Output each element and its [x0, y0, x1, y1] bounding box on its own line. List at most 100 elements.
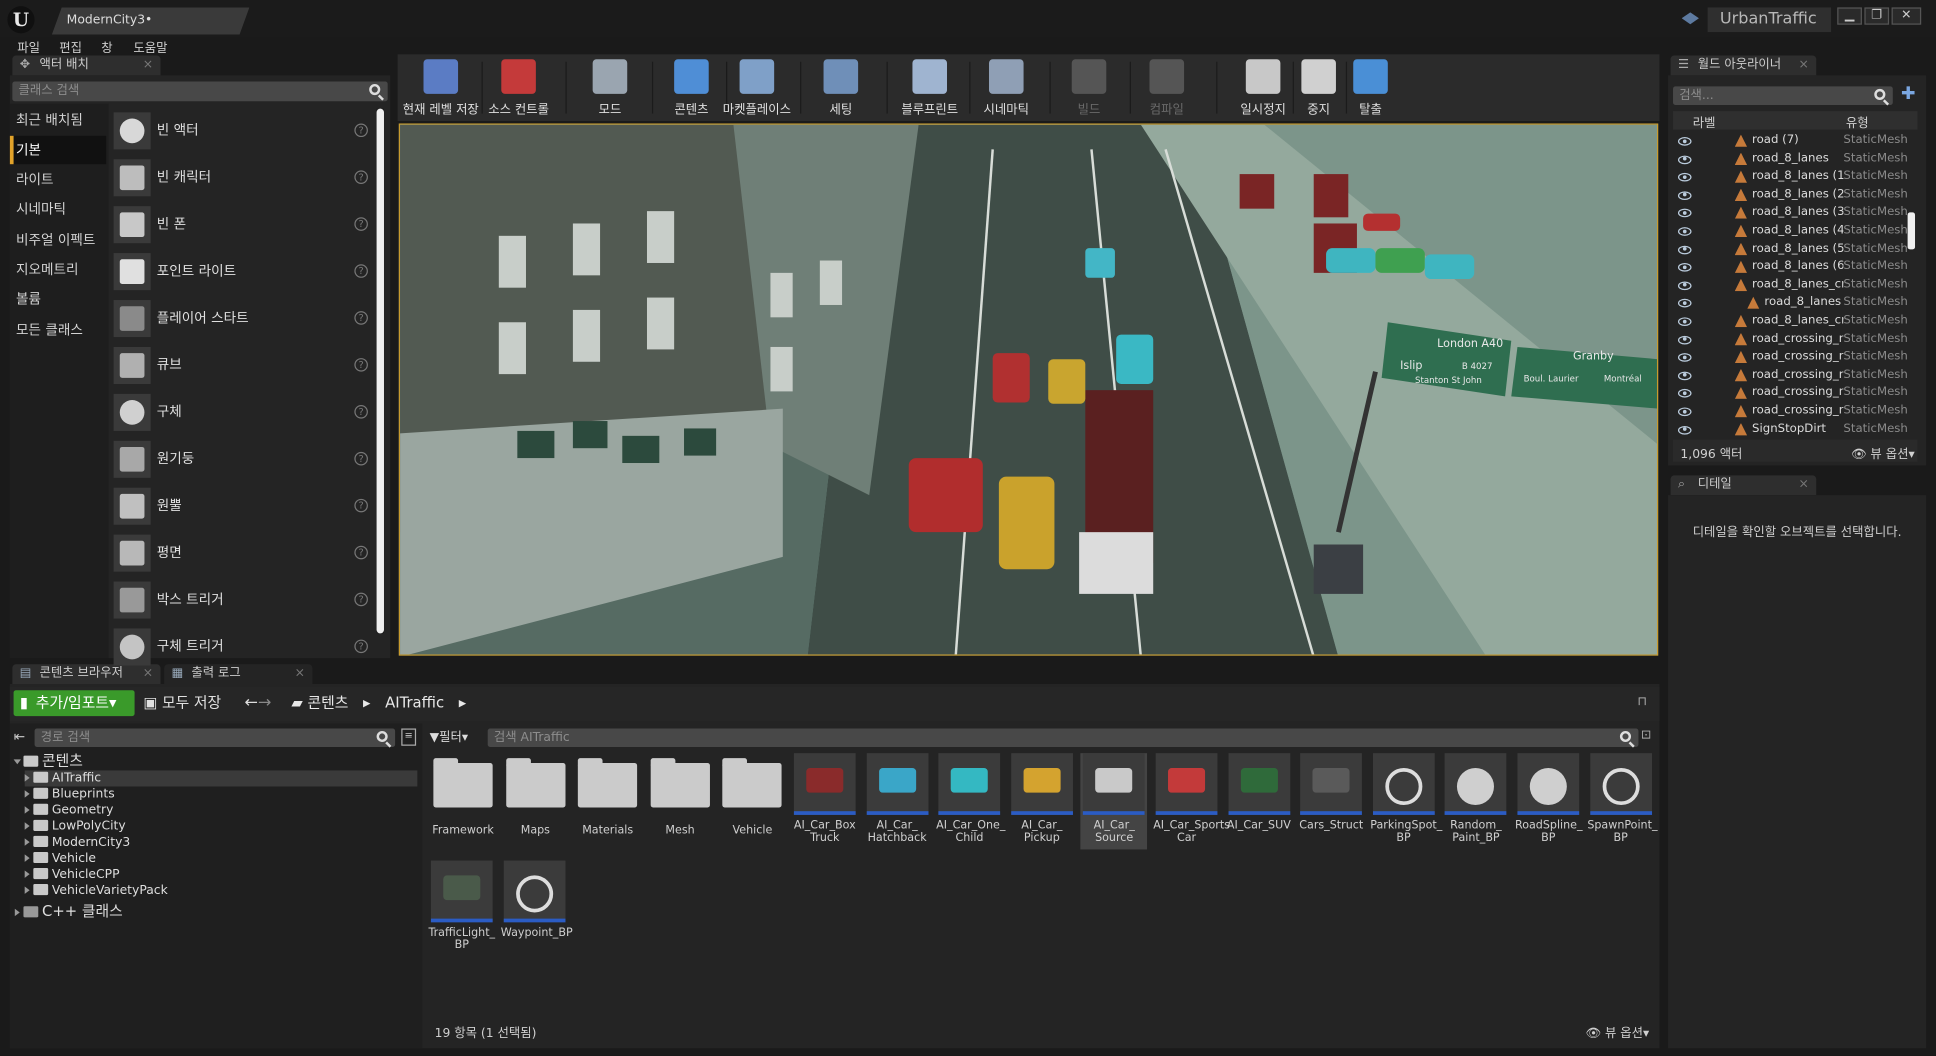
folder-tile[interactable]: Mesh [647, 753, 714, 837]
tree-item[interactable]: VehicleVarietyPack [24, 883, 418, 899]
eye-icon[interactable] [1677, 227, 1692, 236]
actor-item[interactable]: 박스 트리거? [113, 578, 373, 622]
tree-item[interactable]: ModernCity3 [24, 835, 418, 851]
toolbar-button-9[interactable]: 컴파일 [1130, 54, 1204, 121]
eye-icon[interactable] [1677, 263, 1692, 272]
help-icon[interactable]: ? [354, 545, 368, 560]
toolbar-button-8[interactable]: 빌드 [1052, 54, 1126, 121]
eye-icon[interactable] [1677, 245, 1692, 254]
tree-root-content[interactable]: 콘텐츠 [13, 752, 83, 769]
tree-item[interactable]: Geometry [24, 803, 418, 819]
help-icon[interactable]: ? [354, 311, 368, 325]
eye-icon[interactable] [1677, 173, 1692, 182]
outliner-row[interactable]: SignStopDirt StaticMesh [1673, 421, 1917, 439]
asset-tile[interactable]: TrafficLight_ BP [428, 860, 495, 952]
asset-tile[interactable]: AI_Car_ Hatchback [864, 753, 931, 845]
eye-icon[interactable] [1677, 371, 1692, 381]
toolbar-button-1[interactable]: 소스 컨트롤 [482, 54, 556, 121]
outliner-row[interactable]: road_8_lanes (5) StaticMesh [1673, 240, 1917, 258]
collapsed-arrow-icon[interactable] [24, 774, 30, 782]
tab-details[interactable]: ⌕ 디테일 × [1670, 475, 1817, 496]
asset-search-input[interactable]: 검색 AITraffic [487, 728, 1639, 747]
class-search-input[interactable]: 클래스 검색 [12, 81, 388, 102]
outliner-row[interactable]: road_crossing_n StaticMesh [1673, 366, 1917, 384]
toolbar-button-7[interactable]: 시네마틱 [969, 54, 1043, 121]
lock-icon[interactable]: ⊓ [1637, 695, 1651, 711]
level-viewport[interactable]: London A40 Granby Islip Stanton St John … [398, 123, 1659, 656]
asset-tile[interactable]: AI_Car_Sports Car [1153, 753, 1230, 845]
actor-item[interactable]: 빈 캐릭터? [113, 156, 373, 200]
actor-item[interactable]: 포인트 라이트? [113, 249, 373, 293]
category-4[interactable]: 비주얼 이펙트 [10, 226, 106, 254]
cb-view-options[interactable]: 👁 뷰 옵션▾ [1585, 1022, 1649, 1041]
outliner-row[interactable]: road_8_lanes (1) StaticMesh [1673, 168, 1917, 186]
unreal-logo-icon[interactable]: U [7, 6, 35, 34]
actor-item[interactable]: 빈 폰? [113, 202, 373, 246]
collapsed-arrow-icon[interactable] [24, 790, 30, 798]
actor-item[interactable]: 구체 트리거? [113, 625, 373, 669]
add-filter-icon[interactable]: ✚ [1899, 85, 1918, 104]
outliner-row[interactable]: road_8_lanes (4) StaticMesh [1673, 222, 1917, 240]
outliner-row[interactable]: road_8_lanes StaticMesh [1673, 150, 1917, 168]
collapsed-arrow-icon[interactable] [24, 806, 30, 814]
outliner-row[interactable]: road_8_lanes_crc StaticMesh [1673, 276, 1917, 294]
list-view-icon[interactable]: ≡ [401, 728, 417, 746]
save-all-button[interactable]: ▣ 모두 저장 [143, 690, 229, 716]
filter-button[interactable]: ▼필터▾ [430, 728, 484, 747]
breadcrumb-aitraffic[interactable]: AITraffic [385, 694, 444, 711]
help-icon[interactable]: ? [354, 217, 368, 231]
eye-icon[interactable] [1677, 191, 1692, 200]
outliner-view-options[interactable]: 👁 뷰 옵션▾ [1851, 443, 1915, 462]
help-icon[interactable]: ? [354, 639, 368, 654]
tree-item[interactable]: VehicleCPP [24, 867, 418, 883]
asset-tile[interactable]: AI_Car_One_ Child [936, 753, 1005, 845]
toolbar-button-5[interactable]: 세팅 [804, 54, 878, 121]
category-1[interactable]: 기본 [9, 135, 107, 165]
back-arrow-icon[interactable]: ← [244, 694, 257, 713]
folder-tile[interactable]: Vehicle [719, 753, 786, 837]
tree-item[interactable]: LowPolyCity [24, 819, 418, 835]
outliner-row[interactable]: road_8_lanes (StaticMesh [1673, 294, 1917, 312]
category-7[interactable]: 모든 클래스 [10, 316, 106, 344]
actors-scrollbar[interactable] [376, 108, 384, 634]
asset-tile[interactable]: AI_Car_SUV [1226, 753, 1293, 832]
asset-tile[interactable]: AI_Car_ Source [1080, 753, 1148, 850]
outliner-row[interactable]: road_8_lanes (3) StaticMesh [1673, 204, 1917, 222]
toolbar-button-6[interactable]: 블루프린트 [893, 54, 967, 121]
path-search-input[interactable]: 경로 검색 [34, 728, 396, 747]
tree-item[interactable]: Blueprints [24, 787, 418, 803]
help-icon[interactable]: ? [354, 358, 368, 372]
asset-tile[interactable]: RoadSpline_ BP [1515, 753, 1583, 845]
asset-tile[interactable]: ParkingSpot_ BP [1370, 753, 1442, 845]
outliner-row[interactable]: road (7) StaticMesh [1673, 132, 1917, 150]
actor-item[interactable]: 플레이어 스타트? [113, 296, 373, 340]
help-icon[interactable]: ? [354, 451, 368, 466]
folder-tile[interactable]: Framework [430, 753, 497, 837]
column-type[interactable]: 유형 [1846, 112, 1869, 131]
folder-tile[interactable]: Maps [502, 753, 569, 837]
outliner-row[interactable]: road_8_lanes_crc StaticMesh [1673, 312, 1917, 330]
actor-item[interactable]: 큐브? [113, 343, 373, 387]
actor-item[interactable]: 구체? [113, 390, 373, 434]
breadcrumb-chevron-icon[interactable]: ▸ [459, 694, 466, 711]
outliner-row[interactable]: road_8_lanes (2) StaticMesh [1673, 186, 1917, 204]
collapsed-arrow-icon[interactable] [14, 908, 20, 917]
eye-icon[interactable] [1677, 137, 1692, 146]
actor-item[interactable]: 원뿔? [113, 484, 373, 528]
tree-cpp-classes[interactable]: C++ 클래스 [14, 903, 123, 920]
save-search-icon[interactable]: ⊡ [1641, 728, 1656, 745]
asset-tile[interactable]: AI_Car_ Pickup [1008, 753, 1075, 845]
eye-icon[interactable] [1677, 425, 1692, 435]
tab-place-actors[interactable]: ✥ 액터 배치 × [12, 55, 161, 76]
menu-help[interactable]: 도움말 [133, 37, 167, 56]
help-icon[interactable]: ? [354, 498, 368, 513]
close-icon[interactable]: × [1798, 475, 1808, 495]
eye-icon[interactable] [1677, 353, 1692, 362]
help-icon[interactable]: ? [354, 264, 368, 278]
category-5[interactable]: 지오메트리 [10, 256, 106, 284]
collapsed-arrow-icon[interactable] [24, 870, 30, 878]
folder-tile[interactable]: Materials [574, 753, 641, 837]
close-button[interactable]: ✕ [1891, 7, 1922, 25]
eye-icon[interactable] [1677, 281, 1692, 290]
actor-item[interactable]: 평면? [113, 531, 373, 575]
